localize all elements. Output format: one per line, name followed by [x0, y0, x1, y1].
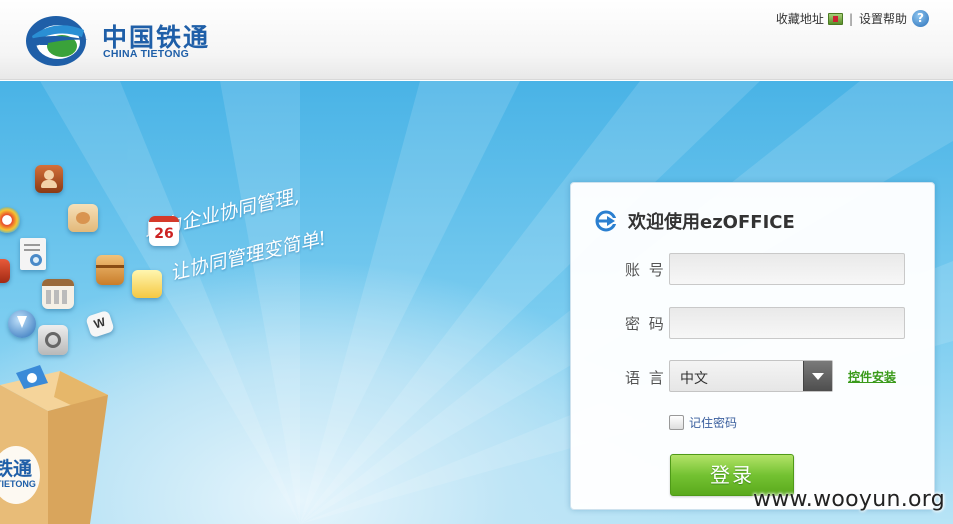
link-separator: |: [848, 11, 853, 26]
lock-app-icon: [38, 325, 68, 355]
calendar-date: 26: [154, 226, 174, 242]
password-label: 密 码: [625, 315, 666, 333]
bookmark-icon[interactable]: [827, 12, 843, 25]
document-search-icon: [20, 238, 46, 270]
top-header: 中国铁通 CHINA TIETONG 收藏地址 | 设置帮助 ?: [0, 0, 953, 80]
login-arrow-icon: [595, 210, 619, 232]
bookmark-address-link[interactable]: 收藏地址: [776, 10, 824, 27]
language-select[interactable]: 中文: [669, 360, 833, 392]
calendar-icon: 26: [149, 216, 179, 246]
download-arrow-icon: [8, 310, 36, 338]
top-links: 收藏地址 | 设置帮助 ?: [776, 10, 929, 27]
archive-box-icon: [96, 255, 124, 285]
word-icon-letter: W: [92, 314, 108, 332]
sticky-note-icon: [132, 270, 162, 298]
remember-password-label: 记住密码: [689, 416, 738, 430]
schedule-grid-icon: [42, 279, 74, 309]
china-tietong-logo: 中国铁通 CHINA TIETONG: [22, 10, 212, 68]
account-input[interactable]: [669, 253, 905, 285]
remember-password-checkbox[interactable]: [669, 415, 684, 430]
watermark: www.wooyun.org: [752, 487, 945, 512]
tietong-emblem-icon: [26, 16, 88, 66]
contacts-app-icon: [35, 165, 63, 193]
box-logo-sub: TIETONG: [0, 479, 36, 489]
remember-password[interactable]: 记住密码: [669, 414, 737, 431]
login-panel: 欢迎使用ezOFFICE 账 号 密 码 语 言 中文 控件安装 记住密码 登录: [570, 182, 935, 510]
login-title: 欢迎使用ezOFFICE: [595, 208, 795, 234]
login-title-text: 欢迎使用ezOFFICE: [628, 212, 795, 233]
password-input[interactable]: [669, 307, 905, 339]
tool-app-icon: [0, 259, 10, 283]
box-logo-text: 铁通: [0, 458, 33, 480]
settings-help-link[interactable]: 设置帮助: [859, 10, 907, 27]
language-selected-value: 中文: [680, 371, 708, 387]
account-label: 账 号: [625, 261, 666, 279]
logo-english-name: CHINA TIETONG: [103, 48, 190, 60]
chevron-down-icon[interactable]: [803, 361, 832, 391]
install-control-link[interactable]: 控件安装: [848, 368, 896, 385]
address-book-icon: [68, 204, 98, 232]
language-label: 语 言: [625, 369, 666, 387]
help-icon[interactable]: ?: [912, 10, 929, 27]
